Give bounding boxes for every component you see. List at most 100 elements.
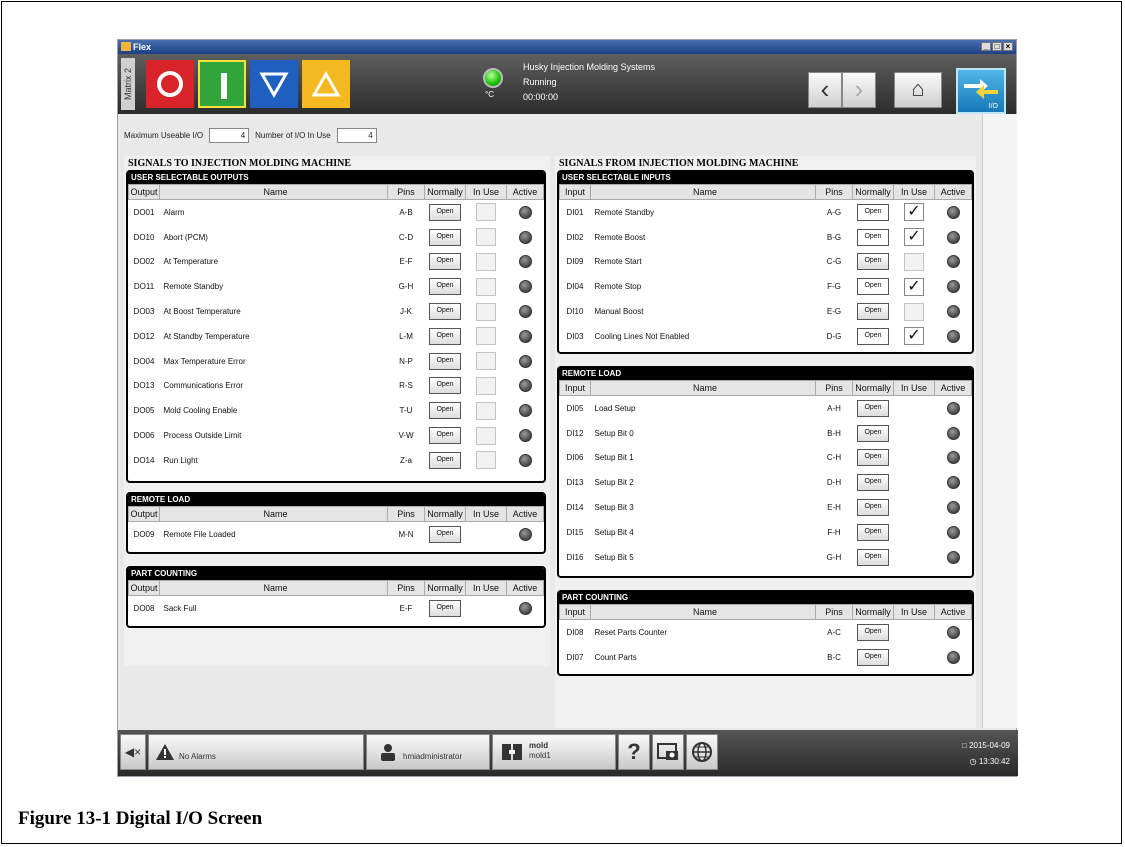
in-use-checkbox[interactable]: ✓ (904, 277, 924, 296)
normally-button[interactable]: Open (429, 599, 461, 617)
boost-button[interactable] (302, 60, 350, 108)
globe-icon (692, 742, 712, 762)
active-indicator-icon (946, 305, 960, 319)
in-use-checkbox[interactable] (476, 203, 496, 222)
normally-button[interactable]: Open (857, 327, 889, 345)
table-row: DI10 Manual Boost E-G Open (560, 299, 972, 324)
matrix-tab[interactable]: Matrix 2 (121, 58, 135, 110)
home-button[interactable]: ⌂ (894, 72, 942, 108)
in-use-checkbox[interactable] (476, 327, 496, 346)
normally-cell: Open (425, 349, 466, 374)
column-header: In Use (465, 184, 507, 200)
normally-button[interactable]: Open (429, 327, 461, 345)
normally-button[interactable]: Open (857, 303, 889, 321)
active-indicator-icon (518, 230, 532, 244)
normally-button[interactable]: Open (429, 203, 461, 221)
in-use-checkbox[interactable]: ✓ (904, 327, 924, 346)
signal-name: Remote Standby (163, 282, 224, 292)
normally-button[interactable]: Open (429, 278, 461, 296)
in-use-checkbox[interactable]: ✓ (904, 228, 924, 247)
signal-name: Setup Bit 5 (594, 552, 634, 562)
normally-button[interactable]: Open (429, 402, 461, 420)
in-use-cell (466, 423, 507, 448)
active-cell (935, 250, 972, 275)
normally-button[interactable]: Open (429, 253, 461, 271)
normally-button[interactable]: Open (429, 228, 461, 246)
normally-button[interactable]: Open (857, 253, 889, 271)
normally-button[interactable]: Open (857, 499, 889, 517)
active-cell (935, 274, 972, 299)
normally-button[interactable]: Open (857, 278, 889, 296)
in-use-checkbox[interactable]: ✓ (904, 203, 924, 222)
table-row: DI12 Setup Bit 0 B-H Open (560, 421, 972, 446)
column-header: Normally (852, 380, 894, 396)
normally-button[interactable]: Open (857, 548, 889, 566)
in-use-cell: ✓ (894, 274, 935, 299)
normally-button[interactable]: Open (429, 525, 461, 543)
help-button[interactable]: ? (618, 734, 650, 770)
table-row: DO11 Remote Standby G-H Open (129, 274, 544, 299)
forward-button[interactable]: › (842, 72, 876, 108)
screenshot-icon (657, 743, 678, 760)
close-icon[interactable]: × (1003, 42, 1013, 51)
stop-button[interactable] (146, 60, 194, 108)
table-row: DI06 Setup Bit 1 C-H Open (560, 446, 972, 471)
column-header: Pins (815, 604, 853, 620)
in-use-checkbox[interactable] (476, 352, 496, 371)
io-summary: Maximum Useable I/O 4 Number of I/O In U… (124, 128, 377, 143)
normally-button[interactable]: Open (429, 303, 461, 321)
column-header: Pins (815, 380, 853, 396)
in-use-checkbox[interactable] (476, 451, 496, 470)
language-button[interactable] (686, 734, 718, 770)
normally-button[interactable]: Open (857, 623, 889, 641)
standby-button[interactable] (250, 60, 298, 108)
signals-to-title: SIGNALS TO INJECTION MOLDING MACHINE (128, 158, 352, 169)
normally-cell: Open (425, 324, 466, 349)
start-button[interactable] (198, 60, 246, 108)
signal-pins: F-H (827, 527, 841, 537)
io-button[interactable]: I/O (956, 68, 1006, 114)
in-use-checkbox[interactable] (476, 426, 496, 445)
normally-button[interactable]: Open (429, 451, 461, 469)
normally-button[interactable]: Open (857, 228, 889, 246)
in-use-checkbox[interactable] (476, 376, 496, 395)
signal-pins: E-F (399, 603, 413, 613)
screenshot-button[interactable] (652, 734, 684, 770)
minimize-icon[interactable]: _ (981, 42, 991, 51)
normally-button[interactable]: Open (857, 203, 889, 221)
in-use-checkbox[interactable] (476, 401, 496, 420)
in-use-checkbox[interactable] (904, 252, 924, 271)
column-header: Name (590, 184, 816, 200)
active-cell (507, 250, 544, 275)
mold-button[interactable]: mold mold1 (492, 734, 616, 770)
signal-id: DI02 (566, 232, 584, 242)
back-button[interactable]: ‹ (808, 72, 842, 108)
normally-button[interactable]: Open (429, 377, 461, 395)
maximize-icon[interactable]: □ (992, 42, 1002, 51)
in-use-checkbox[interactable] (476, 252, 496, 271)
normally-button[interactable]: Open (857, 648, 889, 666)
normally-button[interactable]: Open (429, 352, 461, 370)
in-use-checkbox[interactable] (904, 302, 924, 321)
company-name: Husky Injection Molding Systems (523, 62, 656, 72)
active-cell (507, 423, 544, 448)
signal-pins: B-G (826, 232, 842, 242)
normally-button[interactable]: Open (429, 427, 461, 445)
normally-button[interactable]: Open (857, 523, 889, 541)
in-use-checkbox[interactable] (476, 302, 496, 321)
normally-button[interactable]: Open (857, 424, 889, 442)
normally-button[interactable]: Open (857, 399, 889, 417)
active-indicator-icon (946, 525, 960, 539)
in-use-checkbox[interactable] (476, 277, 496, 296)
mute-button[interactable]: ◀× (120, 734, 146, 770)
table-row: DO10 Abort (PCM) C-D Open (129, 225, 544, 250)
active-indicator-icon (518, 601, 532, 615)
normally-cell: Open (853, 421, 894, 446)
normally-cell: Open (853, 396, 894, 421)
normally-button[interactable]: Open (857, 449, 889, 467)
vertical-scrollbar[interactable] (982, 114, 1017, 728)
alarms-button[interactable]: No Alarms (148, 734, 364, 770)
user-button[interactable]: hmiadministrator (366, 734, 490, 770)
in-use-checkbox[interactable] (476, 228, 496, 247)
normally-button[interactable]: Open (857, 474, 889, 492)
